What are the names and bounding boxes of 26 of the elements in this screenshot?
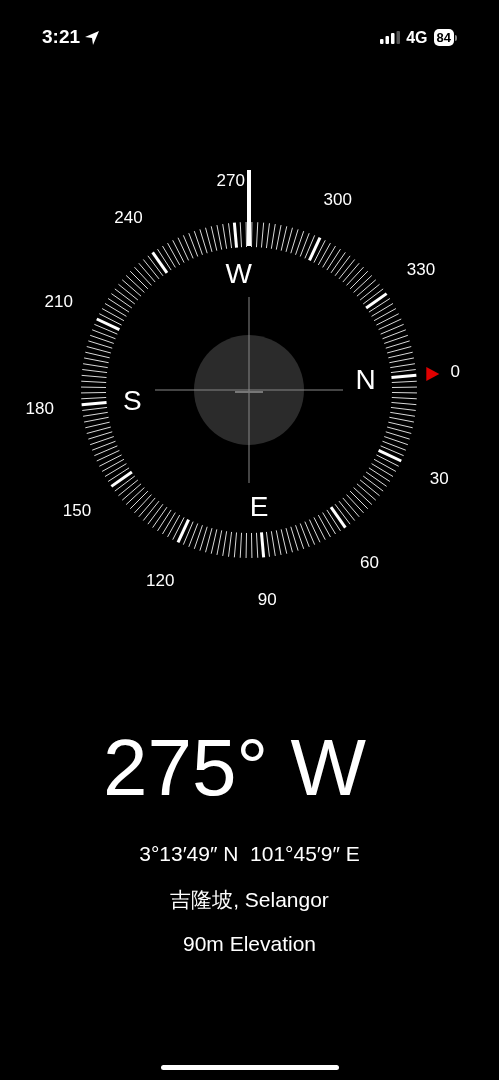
degree-label: 240	[114, 208, 143, 228]
cardinal-label: N	[355, 364, 376, 396]
cardinal-label: S	[123, 384, 142, 416]
degree-label: 90	[257, 589, 277, 609]
network-label: 4G	[406, 27, 428, 48]
degree-label: 330	[406, 260, 436, 280]
degree-label: 30	[429, 469, 449, 489]
battery-indicator: 84	[433, 29, 457, 46]
cardinal-label: W	[225, 257, 252, 289]
cardinal-label: E	[249, 491, 269, 523]
degree-label: 0	[450, 362, 460, 382]
signal-icon	[380, 31, 401, 44]
degree-label: 120	[146, 570, 175, 590]
clock-time: 3:21	[42, 25, 81, 50]
degree-label: 180	[25, 398, 54, 418]
elevation-text: 90m Elevation	[182, 931, 317, 957]
degree-label: 150	[62, 500, 92, 520]
north-marker-icon	[426, 366, 440, 381]
degree-label: 270	[216, 171, 245, 191]
location-arrow-icon	[84, 29, 101, 46]
heading-readout: 275° W	[102, 728, 367, 808]
degree-label: 210	[44, 291, 73, 311]
coordinates-text: 3°13′49″ N 101°45′9″ E	[139, 841, 360, 867]
location-text: 吉隆坡, Selangor	[170, 886, 329, 913]
degree-label: 300	[323, 190, 352, 210]
degree-label: 60	[360, 552, 379, 572]
